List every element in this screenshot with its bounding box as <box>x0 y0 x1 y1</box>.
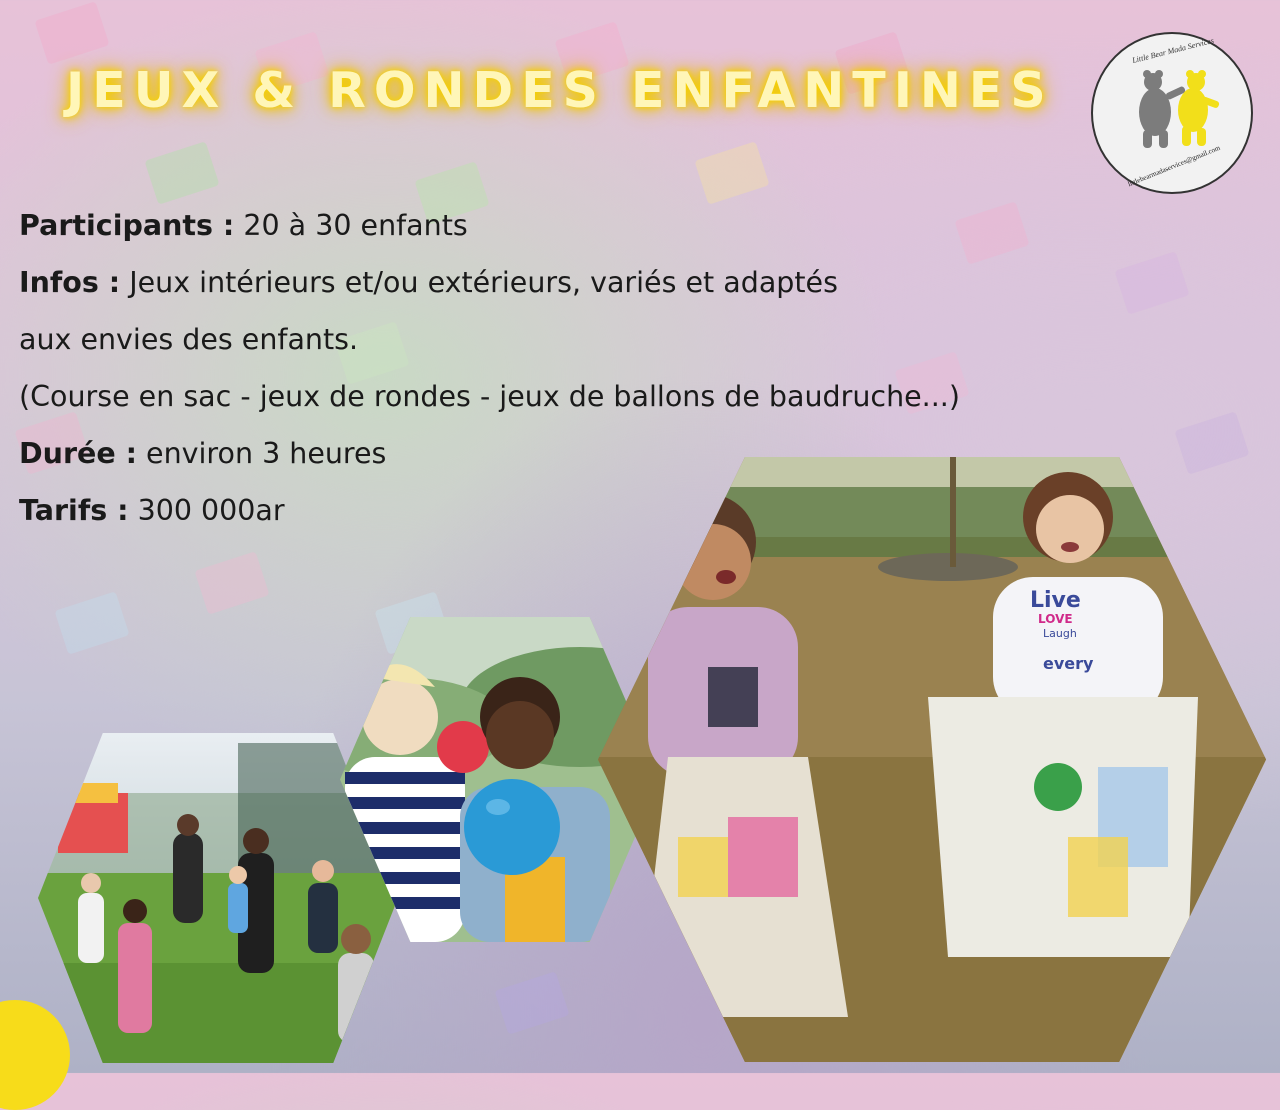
tshirt-text: Live <box>1030 588 1081 613</box>
detail-value: Jeux intérieurs et/ou extérieurs, variés… <box>129 266 838 299</box>
detail-infos: Infos : Jeux intérieurs et/ou extérieurs… <box>19 260 1059 317</box>
detail-label: Participants : <box>19 209 235 242</box>
detail-value: (Course en sac - jeux de rondes - jeux d… <box>19 380 960 413</box>
detail-participants: Participants : 20 à 30 enfants <box>19 203 1059 260</box>
photo-sack-race: Live LOVE Laugh every <box>598 457 1266 1062</box>
detail-value: 20 à 30 enfants <box>243 209 468 242</box>
detail-value: environ 3 heures <box>146 437 387 470</box>
tshirt-text: Laugh <box>1043 627 1077 640</box>
tshirt-text: every <box>1043 654 1094 673</box>
tshirt-text: LOVE <box>1038 612 1073 626</box>
detail-examples: (Course en sac - jeux de rondes - jeux d… <box>19 374 1059 431</box>
detail-value: 300 000ar <box>137 494 285 527</box>
detail-infos-cont: aux envies des enfants. <box>19 317 1059 374</box>
brand-logo: Little Bear Mada Services littlebearmada… <box>1091 32 1253 194</box>
yellow-blob <box>0 1000 70 1110</box>
page-title: JEUX & RONDES ENFANTINES <box>66 62 1054 119</box>
detail-label: Durée : <box>19 437 137 470</box>
detail-label: Tarifs : <box>19 494 129 527</box>
detail-value: aux envies des enfants. <box>19 323 359 356</box>
detail-label: Infos : <box>19 266 121 299</box>
